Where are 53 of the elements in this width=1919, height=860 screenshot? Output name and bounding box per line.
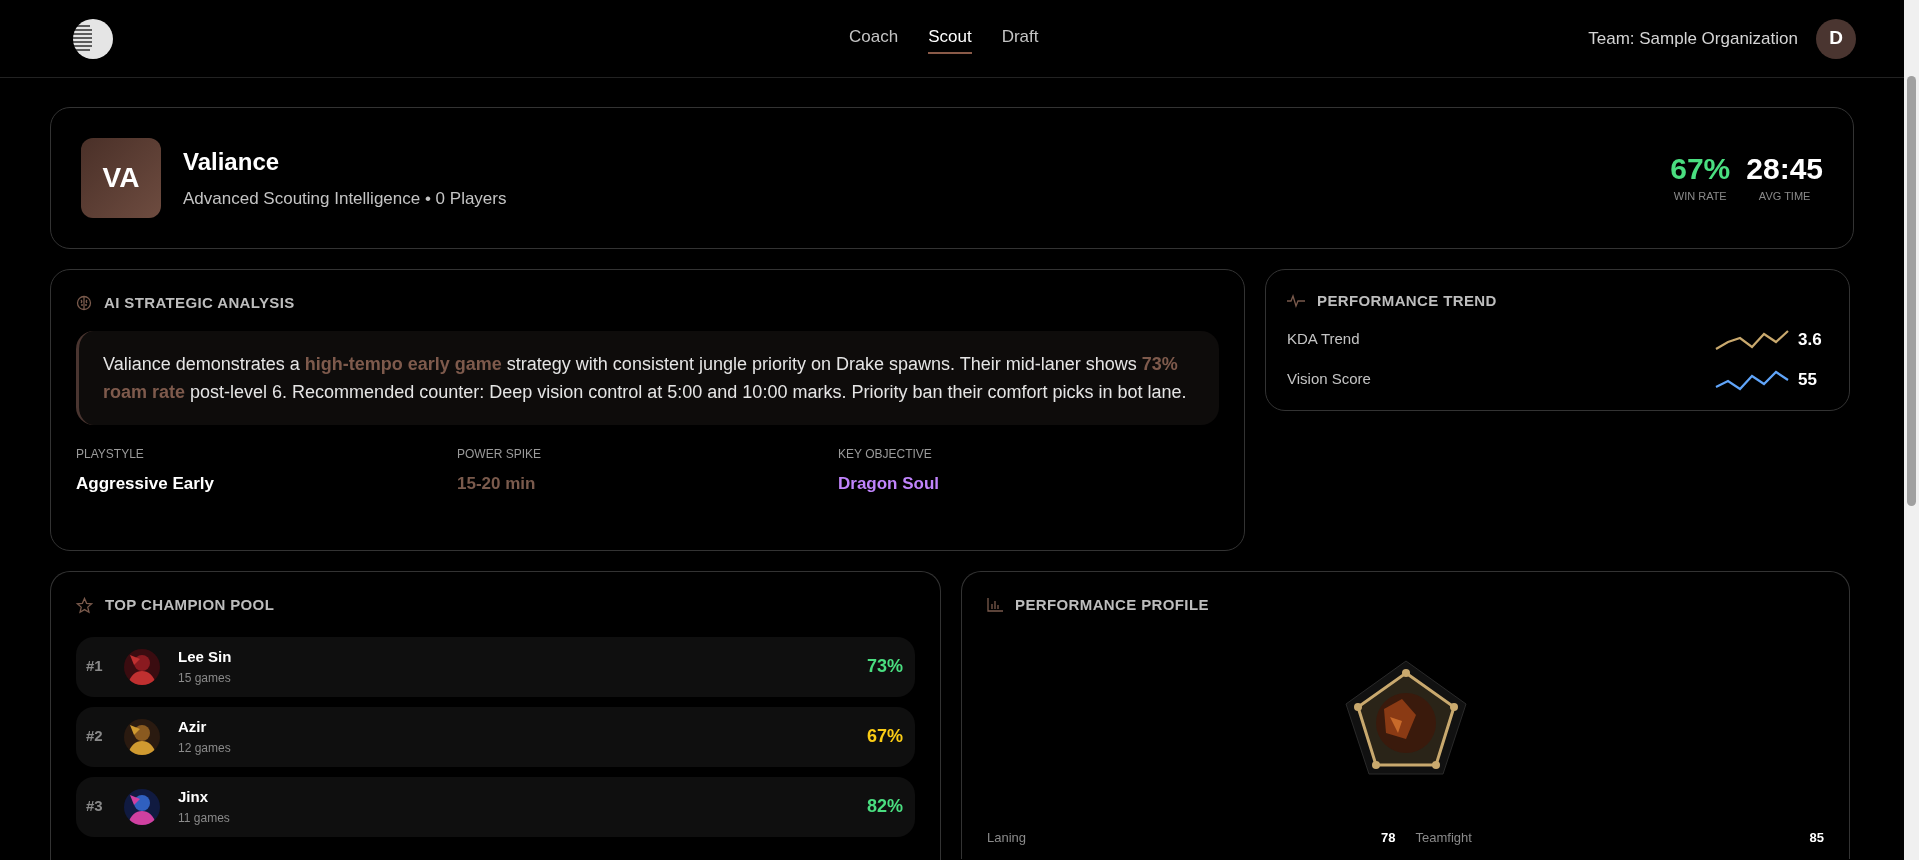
profile-label: Laning xyxy=(987,828,1027,847)
team-logo: VA xyxy=(81,138,161,218)
trend-label: KDA Trend xyxy=(1287,329,1360,350)
champion-row[interactable]: #2 Azir 12 games 67% xyxy=(76,706,915,767)
fact-value: Dragon Soul xyxy=(838,472,941,495)
section-title: PERFORMANCE PROFILE xyxy=(1015,595,1209,615)
stat-label: AVG TIME xyxy=(1758,188,1811,204)
fact-value: 15-20 min xyxy=(457,472,537,495)
section-title: PERFORMANCE TREND xyxy=(1317,291,1497,311)
stat-label: WIN RATE xyxy=(1673,188,1727,204)
scrollbar-thumb[interactable] xyxy=(1907,76,1916,506)
champion-name: Lee Sin xyxy=(178,647,232,668)
win-rate: 67% xyxy=(866,725,903,748)
champion-row[interactable]: #1 Lee Sin 15 games 73% xyxy=(76,636,915,697)
user-avatar[interactable]: D xyxy=(1816,18,1856,59)
logo-icon[interactable] xyxy=(70,17,116,60)
profile-label: Teamfight xyxy=(1415,828,1472,847)
team-name: Team: Sample Organization xyxy=(1588,27,1798,50)
fact-label: KEY OBJECTIVE xyxy=(838,445,933,463)
win-rate: 82% xyxy=(866,795,903,818)
trend-label: Vision Score xyxy=(1287,369,1371,390)
section-title: AI STRATEGIC ANALYSIS xyxy=(104,293,295,313)
trend-value: 3.6 xyxy=(1798,328,1823,351)
team-subtitle: Advanced Scouting Intelligence • 0 Players xyxy=(183,188,507,211)
profile-value: 78 xyxy=(1381,828,1396,847)
nav-tab[interactable]: Draft xyxy=(1001,24,1039,54)
fact-label: PLAYSTYLE xyxy=(76,445,145,463)
champion-row[interactable]: #3 Jinx 11 games 82% xyxy=(76,776,915,837)
games-count: 15 games xyxy=(178,669,232,687)
fact-label: POWER SPIKE xyxy=(457,445,543,463)
win-rate: 73% xyxy=(866,655,903,678)
brain-icon xyxy=(76,295,92,312)
champion-name: Azir xyxy=(178,717,208,738)
team-title: Valiance xyxy=(183,147,281,178)
analysis-text: Valiance demonstrates a high-tempo early game strategy with consistent jungle priority on Drake spawns. Their mid-laner shows 73% roam rate post-level 6. Recommended counter: Deep vision control at 5:00 and 10:00 marks. Priority ban their comfort picks in bot lane. xyxy=(76,330,1219,425)
champion-rank: #1 xyxy=(86,656,104,677)
pulse-icon xyxy=(1287,294,1305,309)
champion-rank: #2 xyxy=(86,726,104,747)
bar-chart-icon xyxy=(987,598,1003,613)
trend-value: 55 xyxy=(1798,368,1818,391)
stat-value: 67% xyxy=(1670,151,1731,186)
scrollbar[interactable] xyxy=(1904,0,1919,860)
nav-tab[interactable]: Scout xyxy=(928,24,972,54)
profile-value: 85 xyxy=(1809,828,1824,847)
nav-tab[interactable]: Coach xyxy=(849,24,899,54)
fact-value: Aggressive Early xyxy=(76,472,215,495)
stat-value: 28:45 xyxy=(1746,151,1823,186)
section-title: TOP CHAMPION POOL xyxy=(105,595,275,615)
star-icon xyxy=(76,596,93,614)
champion-name: Jinx xyxy=(178,787,209,808)
games-count: 11 games xyxy=(178,809,230,827)
games-count: 12 games xyxy=(178,739,231,757)
champion-rank: #3 xyxy=(86,796,104,817)
